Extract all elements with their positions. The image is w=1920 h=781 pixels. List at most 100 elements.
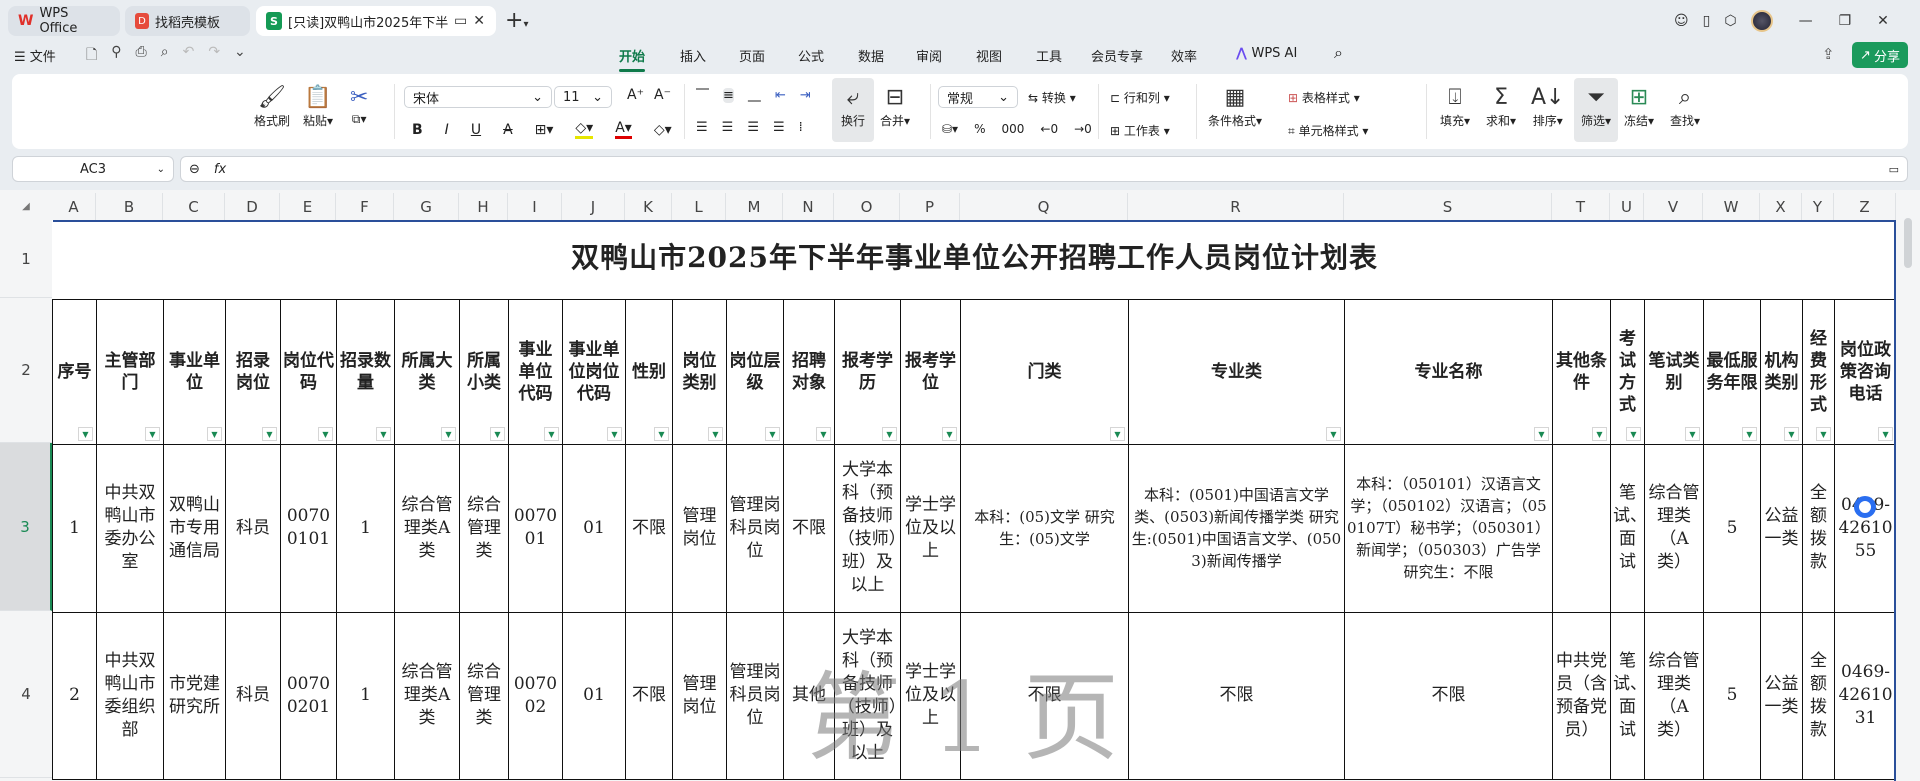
data-cell[interactable]: 大学本科（预备技师（技师）班）及以上: [834, 611, 901, 780]
row-header-selected[interactable]: 3: [0, 443, 52, 611]
header-cell[interactable]: 其他条件 ▼: [1552, 298, 1611, 445]
column-header[interactable]: R: [1128, 193, 1344, 220]
column-header[interactable]: W: [1703, 193, 1760, 220]
tab-review[interactable]: 审阅: [916, 46, 942, 65]
eraser-icon[interactable]: ◇▾: [654, 122, 672, 138]
expand-formula-icon[interactable]: ▭: [1889, 163, 1899, 176]
border-icon[interactable]: ⊞▾: [535, 122, 554, 138]
cut-copy-button[interactable]: ✂ ⧉▾: [350, 84, 368, 127]
data-cell[interactable]: 不限: [625, 443, 673, 613]
filter-dropdown-icon[interactable]: ▼: [207, 426, 222, 441]
name-box[interactable]: AC3 ⌄: [12, 156, 174, 182]
wrap-text-button[interactable]: ⤶ 换行: [832, 78, 874, 142]
filter-dropdown-icon[interactable]: ▼: [1110, 426, 1125, 441]
tab-insert[interactable]: 插入: [680, 46, 706, 65]
data-cell[interactable]: 中共双鸭山市委办公室: [96, 443, 164, 613]
spreadsheet-grid[interactable]: 双鸭山市2025年下半年事业单位公开招聘工作人员岗位计划表 序号 ▼ 主管部门 ▼ 事业…: [52, 220, 1898, 780]
data-cell[interactable]: 不限: [960, 611, 1129, 780]
floating-assistant-icon[interactable]: [1854, 496, 1876, 518]
data-cell[interactable]: 学士学位及以上: [900, 611, 961, 780]
fill-color-icon[interactable]: ◇▾: [575, 120, 594, 139]
data-cell[interactable]: 007002: [508, 611, 563, 780]
filter-dropdown-icon[interactable]: ▼: [1626, 426, 1641, 441]
filter-button[interactable]: ⏷ 筛选▾: [1574, 78, 1618, 142]
header-cell[interactable]: 报考学位 ▼: [900, 298, 961, 445]
header-cell[interactable]: 专业名称 ▼: [1344, 298, 1553, 445]
data-cell[interactable]: 综合管理类（A类）: [1644, 443, 1704, 613]
filter-dropdown-icon[interactable]: ▼: [441, 426, 456, 441]
filter-dropdown-icon[interactable]: ▼: [765, 426, 780, 441]
column-header[interactable]: V: [1644, 193, 1703, 220]
convert-button[interactable]: ⇆ 转换 ▾: [1028, 89, 1076, 106]
data-cell[interactable]: 不限: [783, 443, 835, 613]
column-header[interactable]: C: [163, 193, 225, 220]
filter-dropdown-icon[interactable]: ▼: [318, 426, 333, 441]
column-header[interactable]: L: [672, 193, 726, 220]
header-cell[interactable]: 招录岗位 ▼: [225, 298, 281, 445]
filter-dropdown-icon[interactable]: ▼: [1326, 426, 1341, 441]
data-cell[interactable]: 5: [1703, 443, 1761, 613]
filter-dropdown-icon[interactable]: ▼: [1878, 426, 1894, 441]
close-icon[interactable]: ✕: [473, 13, 485, 29]
data-cell[interactable]: 007001: [508, 443, 563, 613]
save-icon[interactable]: 🗋: [86, 44, 97, 68]
column-header[interactable]: Q: [960, 193, 1128, 220]
column-header[interactable]: H: [459, 193, 508, 220]
share-button[interactable]: ↗ 分享: [1852, 42, 1908, 68]
row-header[interactable]: 2: [0, 298, 52, 443]
column-header[interactable]: S: [1344, 193, 1552, 220]
font-name-select[interactable]: 宋体 ⌄: [404, 86, 552, 108]
header-cell[interactable]: 岗位政策咨询电话 ▼: [1833, 298, 1898, 445]
freeze-button[interactable]: ⊞ 冻结▾: [1624, 84, 1654, 129]
tab-data[interactable]: 数据: [858, 46, 884, 65]
column-header[interactable]: G: [394, 193, 459, 220]
title-cell[interactable]: 双鸭山市2025年下半年事业单位公开招聘工作人员岗位计划表: [52, 220, 1897, 300]
header-cell[interactable]: 门类 ▼: [960, 298, 1129, 445]
data-cell[interactable]: 不限: [1128, 611, 1345, 780]
data-cell[interactable]: 不限: [1344, 611, 1553, 780]
data-cell[interactable]: 5: [1703, 611, 1761, 780]
tab-home[interactable]: 开始: [619, 46, 646, 72]
data-cell[interactable]: 综合管理类（A类）: [1644, 611, 1704, 780]
filter-dropdown-icon[interactable]: ▼: [490, 426, 505, 441]
ai-assistant-icon[interactable]: ☺: [1674, 13, 1689, 29]
minimize-icon[interactable]: —: [1799, 13, 1813, 29]
data-cell[interactable]: 全额拨款: [1802, 611, 1835, 780]
header-cell[interactable]: 主管部门 ▼: [96, 298, 164, 445]
header-cell[interactable]: 招录数量 ▼: [336, 298, 395, 445]
data-cell[interactable]: 1: [52, 443, 97, 613]
data-cell[interactable]: 笔试、面试: [1610, 611, 1645, 780]
column-header[interactable]: F: [336, 193, 394, 220]
data-cell[interactable]: 全额拨款: [1802, 443, 1835, 613]
data-cell[interactable]: 0469-4261055: [1833, 443, 1898, 613]
data-cell[interactable]: [1552, 443, 1611, 613]
header-cell[interactable]: 岗位层级 ▼: [726, 298, 784, 445]
decrease-font-icon[interactable]: A⁻: [654, 87, 671, 103]
data-cell[interactable]: 综合管理类A类: [394, 443, 460, 613]
cube-icon[interactable]: ⬡: [1724, 13, 1736, 29]
scrollbar-thumb[interactable]: [1904, 218, 1912, 268]
header-cell[interactable]: 报考学历 ▼: [834, 298, 901, 445]
sum-button[interactable]: Σ 求和▾: [1486, 84, 1516, 129]
rows-cols-button[interactable]: ⊏ 行和列 ▾: [1110, 89, 1170, 106]
data-cell[interactable]: 01: [562, 611, 626, 780]
column-header[interactable]: E: [280, 193, 336, 220]
increase-decimal-icon[interactable]: ←0: [1040, 122, 1058, 136]
data-cell[interactable]: 管理岗科员岗位: [726, 611, 784, 780]
align-middle-icon[interactable]: ≡: [723, 88, 734, 103]
header-cell[interactable]: 岗位代码 ▼: [280, 298, 337, 445]
data-cell[interactable]: 管理岗位: [672, 443, 727, 613]
zoom-icon[interactable]: ⊖: [189, 162, 200, 177]
header-cell[interactable]: 最低服务年限 ▼: [1703, 298, 1761, 445]
thousands-icon[interactable]: 000: [1001, 122, 1024, 136]
new-tab-button[interactable]: +▾: [505, 8, 528, 33]
italic-button[interactable]: I: [445, 122, 449, 138]
header-cell[interactable]: 笔试类别 ▼: [1644, 298, 1704, 445]
close-window-icon[interactable]: ✕: [1877, 13, 1889, 29]
header-cell[interactable]: 所属大类 ▼: [394, 298, 460, 445]
formula-bar[interactable]: ⊖ fx ▭: [180, 156, 1908, 182]
data-cell[interactable]: 公益一类: [1760, 611, 1803, 780]
filter-dropdown-icon[interactable]: ▼: [145, 426, 160, 441]
tab-docer[interactable]: D 找稻壳模板: [125, 6, 250, 36]
cloud-upload-icon[interactable]: ⇪: [1822, 45, 1835, 63]
